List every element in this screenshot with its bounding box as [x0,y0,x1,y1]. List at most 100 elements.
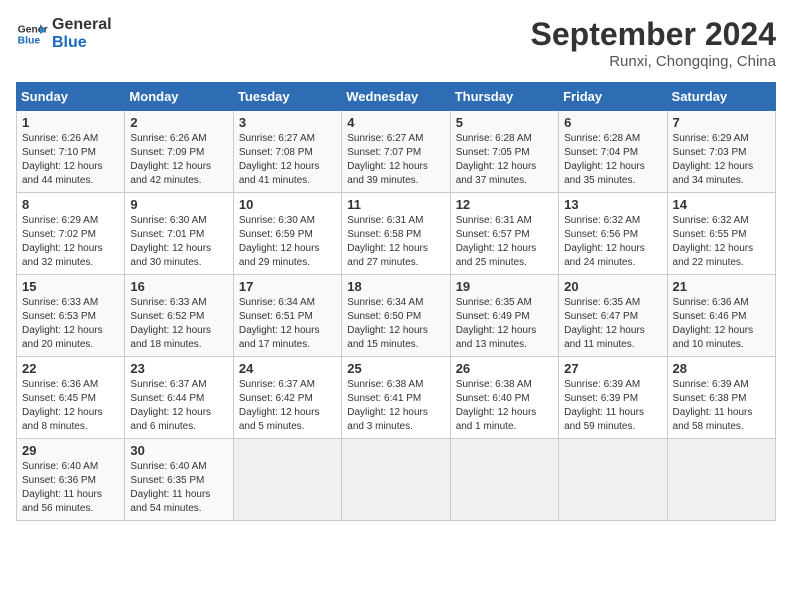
header-monday: Monday [125,83,233,111]
day-cell: 18 Sunrise: 6:34 AMSunset: 6:50 PMDayligh… [342,275,450,357]
day-number: 12 [456,197,553,212]
day-number: 1 [22,115,119,130]
day-cell [342,439,450,521]
header-tuesday: Tuesday [233,83,341,111]
day-number: 17 [239,279,336,294]
day-number: 28 [673,361,770,376]
day-info: Sunrise: 6:33 AMSunset: 6:53 PMDaylight:… [22,296,119,352]
day-info: Sunrise: 6:28 AMSunset: 7:05 PMDaylight:… [456,132,553,188]
day-cell: 23 Sunrise: 6:37 AMSunset: 6:44 PMDayligh… [125,357,233,439]
day-info: Sunrise: 6:35 AMSunset: 6:49 PMDaylight:… [456,296,553,352]
day-number: 7 [673,115,770,130]
day-cell: 26Sunrise: 6:38 AMSunset: 6:40 PMDayligh… [450,357,558,439]
day-cell [559,439,667,521]
header-row: SundayMondayTuesdayWednesdayThursdayFrid… [17,83,776,111]
day-number: 11 [347,197,444,212]
day-cell: 4 Sunrise: 6:27 AMSunset: 7:07 PMDaylight… [342,111,450,193]
logo-general: General [52,16,112,34]
day-info: Sunrise: 6:38 AMSunset: 6:40 PMDaylight:… [456,378,553,434]
header-thursday: Thursday [450,83,558,111]
day-cell: 27 Sunrise: 6:39 AMSunset: 6:39 PMDayligh… [559,357,667,439]
day-info: Sunrise: 6:30 AMSunset: 6:59 PMDaylight:… [239,214,336,270]
day-info: Sunrise: 6:39 AMSunset: 6:39 PMDaylight:… [564,378,661,434]
day-cell: 30Sunrise: 6:40 AMSunset: 6:35 PMDayligh… [125,439,233,521]
day-cell: 24 Sunrise: 6:37 AMSunset: 6:42 PMDayligh… [233,357,341,439]
day-cell: 15 Sunrise: 6:33 AMSunset: 6:53 PMDayligh… [17,275,125,357]
day-number: 20 [564,279,661,294]
day-number: 2 [130,115,227,130]
header-saturday: Saturday [667,83,775,111]
calendar-table: SundayMondayTuesdayWednesdayThursdayFrid… [16,82,776,521]
day-number: 22 [22,361,119,376]
svg-text:Blue: Blue [18,35,41,46]
day-info: Sunrise: 6:37 AMSunset: 6:42 PMDaylight:… [239,378,336,434]
week-row-3: 15 Sunrise: 6:33 AMSunset: 6:53 PMDayligh… [17,275,776,357]
day-cell: 9 Sunrise: 6:30 AMSunset: 7:01 PMDaylight… [125,193,233,275]
day-cell: 13 Sunrise: 6:32 AMSunset: 6:56 PMDayligh… [559,193,667,275]
week-row-5: 29Sunrise: 6:40 AMSunset: 6:36 PMDayligh… [17,439,776,521]
day-info: Sunrise: 6:31 AMSunset: 6:57 PMDaylight:… [456,214,553,270]
day-number: 18 [347,279,444,294]
day-info: Sunrise: 6:36 AMSunset: 6:46 PMDaylight:… [673,296,770,352]
day-info: Sunrise: 6:38 AMSunset: 6:41 PMDaylight:… [347,378,444,434]
week-row-4: 22Sunrise: 6:36 AMSunset: 6:45 PMDayligh… [17,357,776,439]
day-cell: 6Sunrise: 6:28 AMSunset: 7:04 PMDaylight… [559,111,667,193]
day-cell: 2 Sunrise: 6:26 AMSunset: 7:09 PMDaylight… [125,111,233,193]
day-number: 29 [22,443,119,458]
day-number: 10 [239,197,336,212]
day-cell: 11Sunrise: 6:31 AMSunset: 6:58 PMDayligh… [342,193,450,275]
week-row-1: 1 Sunrise: 6:26 AMSunset: 7:10 PMDaylight… [17,111,776,193]
day-info: Sunrise: 6:40 AMSunset: 6:35 PMDaylight:… [130,460,227,516]
day-cell: 17 Sunrise: 6:34 AMSunset: 6:51 PMDayligh… [233,275,341,357]
day-cell: 22Sunrise: 6:36 AMSunset: 6:45 PMDayligh… [17,357,125,439]
day-cell: 21 Sunrise: 6:36 AMSunset: 6:46 PMDayligh… [667,275,775,357]
title-block: September 2024 Runxi, Chongqing, China [531,16,776,70]
day-info: Sunrise: 6:29 AMSunset: 7:02 PMDaylight:… [22,214,119,270]
week-row-2: 8Sunrise: 6:29 AMSunset: 7:02 PMDaylight… [17,193,776,275]
day-cell: 3 Sunrise: 6:27 AMSunset: 7:08 PMDaylight… [233,111,341,193]
day-cell: 5 Sunrise: 6:28 AMSunset: 7:05 PMDaylight… [450,111,558,193]
header-wednesday: Wednesday [342,83,450,111]
day-cell: 10 Sunrise: 6:30 AMSunset: 6:59 PMDayligh… [233,193,341,275]
day-cell: 20 Sunrise: 6:35 AMSunset: 6:47 PMDayligh… [559,275,667,357]
day-number: 15 [22,279,119,294]
day-info: Sunrise: 6:32 AMSunset: 6:55 PMDaylight:… [673,214,770,270]
day-number: 24 [239,361,336,376]
day-cell [667,439,775,521]
day-info: Sunrise: 6:34 AMSunset: 6:50 PMDaylight:… [347,296,444,352]
day-cell: 12 Sunrise: 6:31 AMSunset: 6:57 PMDayligh… [450,193,558,275]
day-number: 13 [564,197,661,212]
day-cell [450,439,558,521]
day-cell [233,439,341,521]
logo-icon: General Blue [16,18,48,50]
day-info: Sunrise: 6:33 AMSunset: 6:52 PMDaylight:… [130,296,227,352]
day-cell: 19 Sunrise: 6:35 AMSunset: 6:49 PMDayligh… [450,275,558,357]
day-info: Sunrise: 6:26 AMSunset: 7:10 PMDaylight:… [22,132,119,188]
day-info: Sunrise: 6:27 AMSunset: 7:08 PMDaylight:… [239,132,336,188]
day-info: Sunrise: 6:39 AMSunset: 6:38 PMDaylight:… [673,378,770,434]
day-number: 23 [130,361,227,376]
day-info: Sunrise: 6:35 AMSunset: 6:47 PMDaylight:… [564,296,661,352]
location: Runxi, Chongqing, China [531,53,776,70]
day-info: Sunrise: 6:30 AMSunset: 7:01 PMDaylight:… [130,214,227,270]
day-info: Sunrise: 6:32 AMSunset: 6:56 PMDaylight:… [564,214,661,270]
day-number: 19 [456,279,553,294]
day-info: Sunrise: 6:26 AMSunset: 7:09 PMDaylight:… [130,132,227,188]
day-number: 25 [347,361,444,376]
day-cell: 29Sunrise: 6:40 AMSunset: 6:36 PMDayligh… [17,439,125,521]
day-info: Sunrise: 6:28 AMSunset: 7:04 PMDaylight:… [564,132,661,188]
day-cell: 14Sunrise: 6:32 AMSunset: 6:55 PMDayligh… [667,193,775,275]
day-info: Sunrise: 6:34 AMSunset: 6:51 PMDaylight:… [239,296,336,352]
header-sunday: Sunday [17,83,125,111]
day-info: Sunrise: 6:27 AMSunset: 7:07 PMDaylight:… [347,132,444,188]
logo: General Blue General Blue [16,16,112,51]
day-number: 9 [130,197,227,212]
day-cell: 7Sunrise: 6:29 AMSunset: 7:03 PMDaylight… [667,111,775,193]
day-info: Sunrise: 6:37 AMSunset: 6:44 PMDaylight:… [130,378,227,434]
day-cell: 1 Sunrise: 6:26 AMSunset: 7:10 PMDaylight… [17,111,125,193]
day-number: 3 [239,115,336,130]
day-number: 27 [564,361,661,376]
day-number: 21 [673,279,770,294]
day-number: 5 [456,115,553,130]
day-number: 4 [347,115,444,130]
